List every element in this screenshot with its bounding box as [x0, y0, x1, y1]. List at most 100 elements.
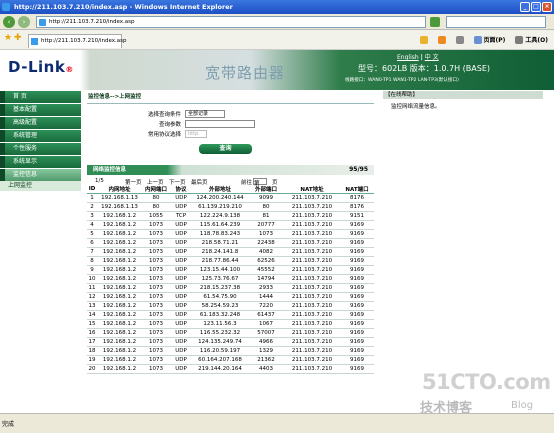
feeds-icon[interactable] [437, 35, 446, 44]
table-cell: UDP [170, 355, 192, 365]
param-label: 查询参数 [158, 122, 181, 128]
table-cell: 211.103.7.210 [284, 346, 340, 356]
table-cell: 9169 [340, 355, 374, 365]
column-header: 内网地址 [97, 185, 142, 194]
table-cell: 192.168.1.2 [97, 319, 142, 329]
table-cell: 1073 [142, 256, 170, 266]
home-icon[interactable] [419, 35, 428, 44]
add-favorites-icon[interactable]: ✚ [14, 33, 22, 43]
table-cell: 7220 [248, 301, 284, 311]
table-row: 19 192.168.1.2 1073 UDP 60.164.207.168 21362 2… [87, 355, 374, 365]
table-cell: 218.15.237.38 [192, 283, 248, 293]
forward-icon[interactable]: › [18, 16, 30, 28]
table-cell: 2933 [248, 283, 284, 293]
address-text: http://211.103.7.210/index.asp [49, 19, 135, 25]
favorites-star-icon[interactable]: ★ [4, 33, 12, 43]
search-input[interactable] [446, 16, 546, 28]
table-cell: 124.135.249.74 [192, 337, 248, 347]
table-cell: 1073 [142, 319, 170, 329]
table-cell: 10 [87, 274, 97, 284]
main-content: 监控信息-->上网监控 选择查询条件 全部记录 查询参数 常用协议选择 http… [87, 90, 374, 413]
sidebar-item-advanced[interactable]: 高级配置 [0, 117, 81, 129]
table-header-row: ID 内网地址 内网端口 协议 外部地址 外部端口 NAT地址 NAT端口 [87, 185, 374, 194]
table-row: 8 192.168.1.2 1073 UDP 218.77.86.44 62526 211.… [87, 256, 374, 266]
table-cell: 192.168.1.2 [97, 238, 142, 248]
param-input[interactable] [185, 120, 255, 128]
table-cell: 18 [87, 346, 97, 356]
tab-page-icon [31, 38, 38, 45]
condition-select[interactable]: 全部记录 [185, 110, 225, 118]
sidebar-item-basic[interactable]: 基本配置 [0, 104, 81, 116]
column-header: NAT地址 [284, 185, 340, 194]
table-cell: 211.103.7.210 [284, 292, 340, 302]
table-cell: 9169 [340, 265, 374, 275]
table-cell: 116.20.59.197 [192, 346, 248, 356]
help-title: 【在线帮助】 [383, 91, 543, 99]
lang-chinese-link[interactable]: 中 文 [425, 54, 439, 61]
table-cell: 192.168.1.2 [97, 301, 142, 311]
table-cell: 125.73.76.67 [192, 274, 248, 284]
watermark-site: 51CTO.com [422, 370, 551, 394]
command-bar: ★ ✚ http://211.103.7.210/index.asp 页面(P)… [0, 30, 554, 50]
sidebar-item-system[interactable]: 系统管理 [0, 130, 81, 142]
sidebar-item-display[interactable]: 系统显示 [0, 156, 81, 168]
table-cell: 9169 [340, 220, 374, 230]
table-cell: 2 [87, 202, 97, 212]
table-cell: 1073 [142, 328, 170, 338]
browser-tab[interactable]: http://211.103.7.210/index.asp [28, 34, 126, 48]
sidebar-item-services[interactable]: 个性服务 [0, 143, 81, 155]
table-cell: 211.103.7.210 [284, 247, 340, 257]
sidebar: 首 页 基本配置 高级配置 系统管理 个性服务 系统显示 监控信息 上网监控 [0, 90, 81, 413]
table-cell: 192.168.1.2 [97, 355, 142, 365]
table-cell: UDP [170, 346, 192, 356]
table-cell: 15 [87, 319, 97, 329]
table-title-bar: 网络监控信息 95/95 [87, 165, 374, 175]
watermark-blog-en: Blog [511, 400, 534, 411]
minimize-button[interactable]: _ [520, 2, 530, 12]
table-cell: 9169 [340, 301, 374, 311]
table-cell: 122.224.9.138 [192, 211, 248, 221]
close-button[interactable]: × [542, 2, 552, 12]
back-icon[interactable]: ‹ [3, 16, 15, 28]
table-cell: 211.103.7.210 [284, 328, 340, 338]
table-cell: 7 [87, 247, 97, 257]
query-button[interactable]: 查询 [199, 144, 252, 154]
page-menu[interactable]: 页面(P) [473, 35, 505, 44]
print-icon[interactable] [455, 35, 464, 44]
table-row: 15 192.168.1.2 1073 UDP 123.11.56.3 1067 211.1… [87, 319, 374, 329]
table-cell: UDP [170, 229, 192, 239]
protocol-select[interactable]: http [185, 130, 207, 138]
tools-menu[interactable]: 工具(O) [515, 35, 548, 44]
sidebar-item-monitor[interactable]: 监控信息 [0, 169, 81, 181]
table-row: 20 192.168.1.2 1073 UDP 219.144.20.164 4403 21… [87, 364, 374, 374]
table-row: 14 192.168.1.2 1073 UDP 61.183.32.248 61437 21… [87, 310, 374, 320]
table-cell: 14794 [248, 274, 284, 284]
table-row: 16 192.168.1.2 1073 UDP 116.55.232.32 57007 21… [87, 328, 374, 338]
table-cell: 57007 [248, 328, 284, 338]
table-cell: 61.139.219.210 [192, 202, 248, 212]
table-cell: 61437 [248, 310, 284, 320]
window-controls: _ □ × [520, 2, 552, 12]
table-cell: 192.168.1.2 [97, 292, 142, 302]
table-cell: 20 [87, 364, 97, 374]
table-cell: 1073 [142, 220, 170, 230]
column-header: 外部端口 [248, 185, 284, 194]
table-row: 11 192.168.1.2 1073 UDP 218.15.237.38 2933 211… [87, 283, 374, 293]
table-cell: 22438 [248, 238, 284, 248]
table-cell: 1 [87, 193, 97, 203]
sidebar-subitem-internet-monitor[interactable]: 上网监控 [0, 181, 81, 191]
table-cell: 8176 [340, 193, 374, 203]
table-cell: 192.168.1.2 [97, 364, 142, 374]
tab-title: http://211.103.7.210/index.asp [41, 38, 127, 44]
table-row: 17 192.168.1.2 1073 UDP 124.135.249.74 4966 21… [87, 337, 374, 347]
address-input[interactable]: http://211.103.7.210/index.asp [36, 16, 426, 28]
table-row: 12 192.168.1.2 1073 UDP 61.54.75.90 1444 211.1… [87, 292, 374, 302]
lang-english-link[interactable]: English [397, 54, 419, 61]
table-cell: 211.103.7.210 [284, 274, 340, 284]
sidebar-item-home[interactable]: 首 页 [0, 91, 81, 103]
table-cell: 80 [142, 202, 170, 212]
maximize-button[interactable]: □ [531, 2, 541, 12]
refresh-icon[interactable] [430, 17, 440, 27]
gear-icon [515, 35, 524, 44]
column-header: 协议 [170, 185, 192, 194]
